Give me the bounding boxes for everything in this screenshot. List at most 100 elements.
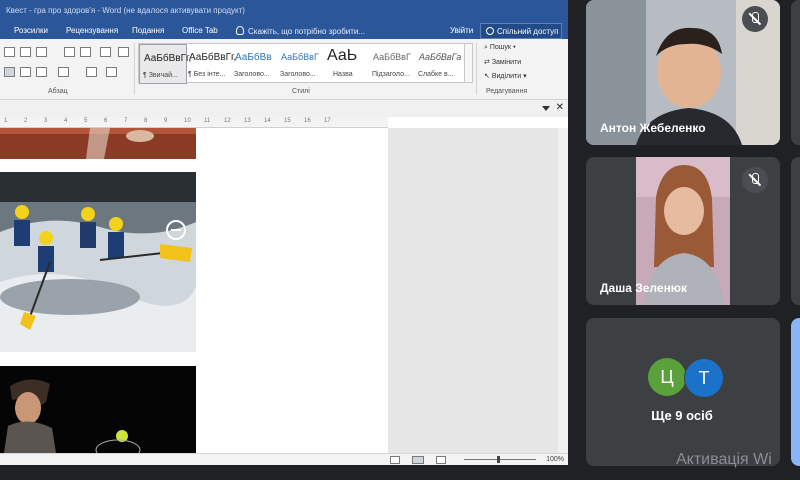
replace-button[interactable]: ⇄ Замінити [484, 58, 521, 66]
track-photo [0, 128, 196, 159]
align-center-icon[interactable] [20, 67, 31, 77]
participant-tile-partial[interactable] [791, 318, 800, 466]
read-mode-icon[interactable] [390, 456, 400, 464]
ruler-number: 5 [84, 118, 88, 124]
group-divider [476, 43, 477, 95]
style-sample: АаЬ [327, 47, 358, 64]
ruler-number: 14 [264, 118, 271, 124]
find-button[interactable]: ⌕ Пошук ▾ [484, 44, 516, 52]
style-heading-1[interactable]: АаБбВв Заголово... [231, 44, 277, 82]
ruler-number: 4 [64, 118, 68, 124]
align-left-icon[interactable] [4, 67, 15, 77]
ribbon-tabs: Розсилки Рецензування Подання Office Tab… [0, 22, 568, 39]
style-name: ¶ Звичай... [143, 72, 178, 79]
participant-avatar: Т [684, 358, 724, 398]
ruler-number: 15 [284, 118, 291, 124]
shading-icon[interactable] [86, 67, 97, 77]
style-sample: АаБбВвГ [281, 52, 319, 62]
pilcrow-icon[interactable] [118, 47, 129, 57]
tennis-photo [0, 366, 196, 453]
align-right-icon[interactable] [36, 67, 47, 77]
group-editing-label: Редагування [486, 88, 528, 95]
web-layout-icon[interactable] [436, 456, 446, 464]
style-name: Слабке в... [418, 71, 454, 78]
increase-indent-icon[interactable] [80, 47, 91, 57]
person-icon [486, 27, 494, 35]
styles-gallery: АаБбВвГг, ¶ Звичай... АаБбВвГг, ¶ Без ін… [138, 43, 466, 84]
ruler-number: 12 [224, 118, 231, 124]
participant-tile-partial[interactable] [791, 157, 800, 305]
multilevel-list-icon[interactable] [36, 47, 47, 57]
status-bar: 100% [0, 453, 568, 465]
windows-activation-watermark: Активація Wi [676, 451, 772, 468]
ribbon-collapse-bar: ✕ [0, 100, 568, 117]
style-normal[interactable]: АаБбВвГг, ¶ Звичай... [139, 44, 191, 84]
ruler-number: 16 [304, 118, 311, 124]
tab-mailings[interactable]: Розсилки [14, 26, 48, 35]
tab-office-tab[interactable]: Office Tab [182, 26, 218, 35]
style-name: Заголово... [234, 71, 270, 78]
zoom-slider-knob[interactable] [497, 456, 500, 463]
tell-me-text: Скажіть, що потрібно зробити... [248, 27, 366, 36]
style-title[interactable]: АаЬ Назва [323, 44, 369, 82]
tab-view[interactable]: Подання [132, 26, 164, 35]
find-label: Пошук [489, 44, 511, 51]
style-subtitle[interactable]: АаБбВвГ Підзаголо... [369, 44, 415, 82]
vertical-scrollbar[interactable] [558, 128, 568, 453]
decrease-indent-icon[interactable] [64, 47, 75, 57]
word-window: Квест - гра про здоров'я - Word (не вдал… [0, 0, 568, 465]
ruler-number: 10 [184, 118, 191, 124]
style-sample: АаБбВв [235, 52, 272, 63]
numbering-icon[interactable] [20, 47, 31, 57]
participant-tile-partial[interactable] [791, 0, 800, 145]
sign-in-link[interactable]: Увійти [450, 26, 473, 35]
participant-name: Антон Жебеленко [600, 121, 706, 135]
group-paragraph-label: Абзац [48, 88, 68, 95]
group-divider [134, 43, 135, 95]
select-button[interactable]: ↖ Виділити ▾ [484, 72, 527, 80]
ruler-number: 7 [124, 118, 128, 124]
ribbon-options-icon[interactable] [542, 106, 550, 111]
style-subtle-emphasis[interactable]: АаБбВвГа Слабке в... [415, 44, 461, 82]
bullets-icon[interactable] [4, 47, 15, 57]
zoom-level[interactable]: 100% [546, 456, 564, 463]
borders-icon[interactable] [106, 67, 117, 77]
share-button[interactable]: Спільний доступ [480, 23, 562, 39]
style-sample: АаБбВвГ [373, 52, 411, 62]
document-title: Квест - гра про здоров'я - Word (не вдал… [6, 6, 245, 15]
participant-name: Даша Зеленюк [600, 281, 688, 295]
ruler-number: 17 [324, 118, 331, 124]
more-participants-tile[interactable]: Ц Т Ще 9 осіб [586, 318, 780, 466]
replace-label: Замінити [491, 59, 522, 66]
horizontal-ruler[interactable]: 1 2 3 4 5 6 7 8 9 10 11 12 13 14 15 16 1… [0, 117, 388, 128]
style-name: Назва [333, 71, 353, 78]
muted-mic-icon [742, 167, 768, 193]
participant-tile[interactable]: Даша Зеленюк [586, 157, 780, 305]
line-spacing-icon[interactable] [58, 67, 69, 77]
style-name: Підзаголо... [372, 71, 410, 78]
style-no-spacing[interactable]: АаБбВвГг, ¶ Без інте... [185, 44, 236, 82]
ruler-number: 9 [164, 118, 168, 124]
style-sample: АаБбВвГг, [189, 52, 237, 63]
word-title-bar: Квест - гра про здоров'я - Word (не вдал… [0, 0, 568, 22]
print-layout-icon[interactable] [412, 456, 424, 464]
style-sample: АаБбВвГа [419, 52, 462, 62]
tell-me-search[interactable]: Скажіть, що потрібно зробити... [236, 26, 365, 36]
tab-review[interactable]: Рецензування [66, 26, 118, 35]
ruler-number: 13 [244, 118, 251, 124]
style-heading-2[interactable]: АаБбВвГ Заголово... [277, 44, 323, 82]
close-icon[interactable]: ✕ [556, 102, 564, 113]
ruler-number: 3 [44, 118, 48, 124]
ruler-number: 11 [204, 118, 211, 124]
more-participants-label: Ще 9 осіб [651, 408, 713, 423]
styles-scroll[interactable] [464, 43, 473, 83]
select-label: Виділити [491, 73, 522, 80]
participant-tile[interactable]: Антон Жебеленко [586, 0, 780, 145]
sort-icon[interactable] [100, 47, 111, 57]
document-page[interactable] [0, 128, 388, 453]
style-name: ¶ Без інте... [188, 71, 226, 78]
ruler-number: 6 [104, 118, 108, 124]
ruler-number: 1 [4, 118, 8, 124]
zoom-slider[interactable] [464, 456, 536, 463]
share-label: Спільний доступ [497, 27, 559, 36]
